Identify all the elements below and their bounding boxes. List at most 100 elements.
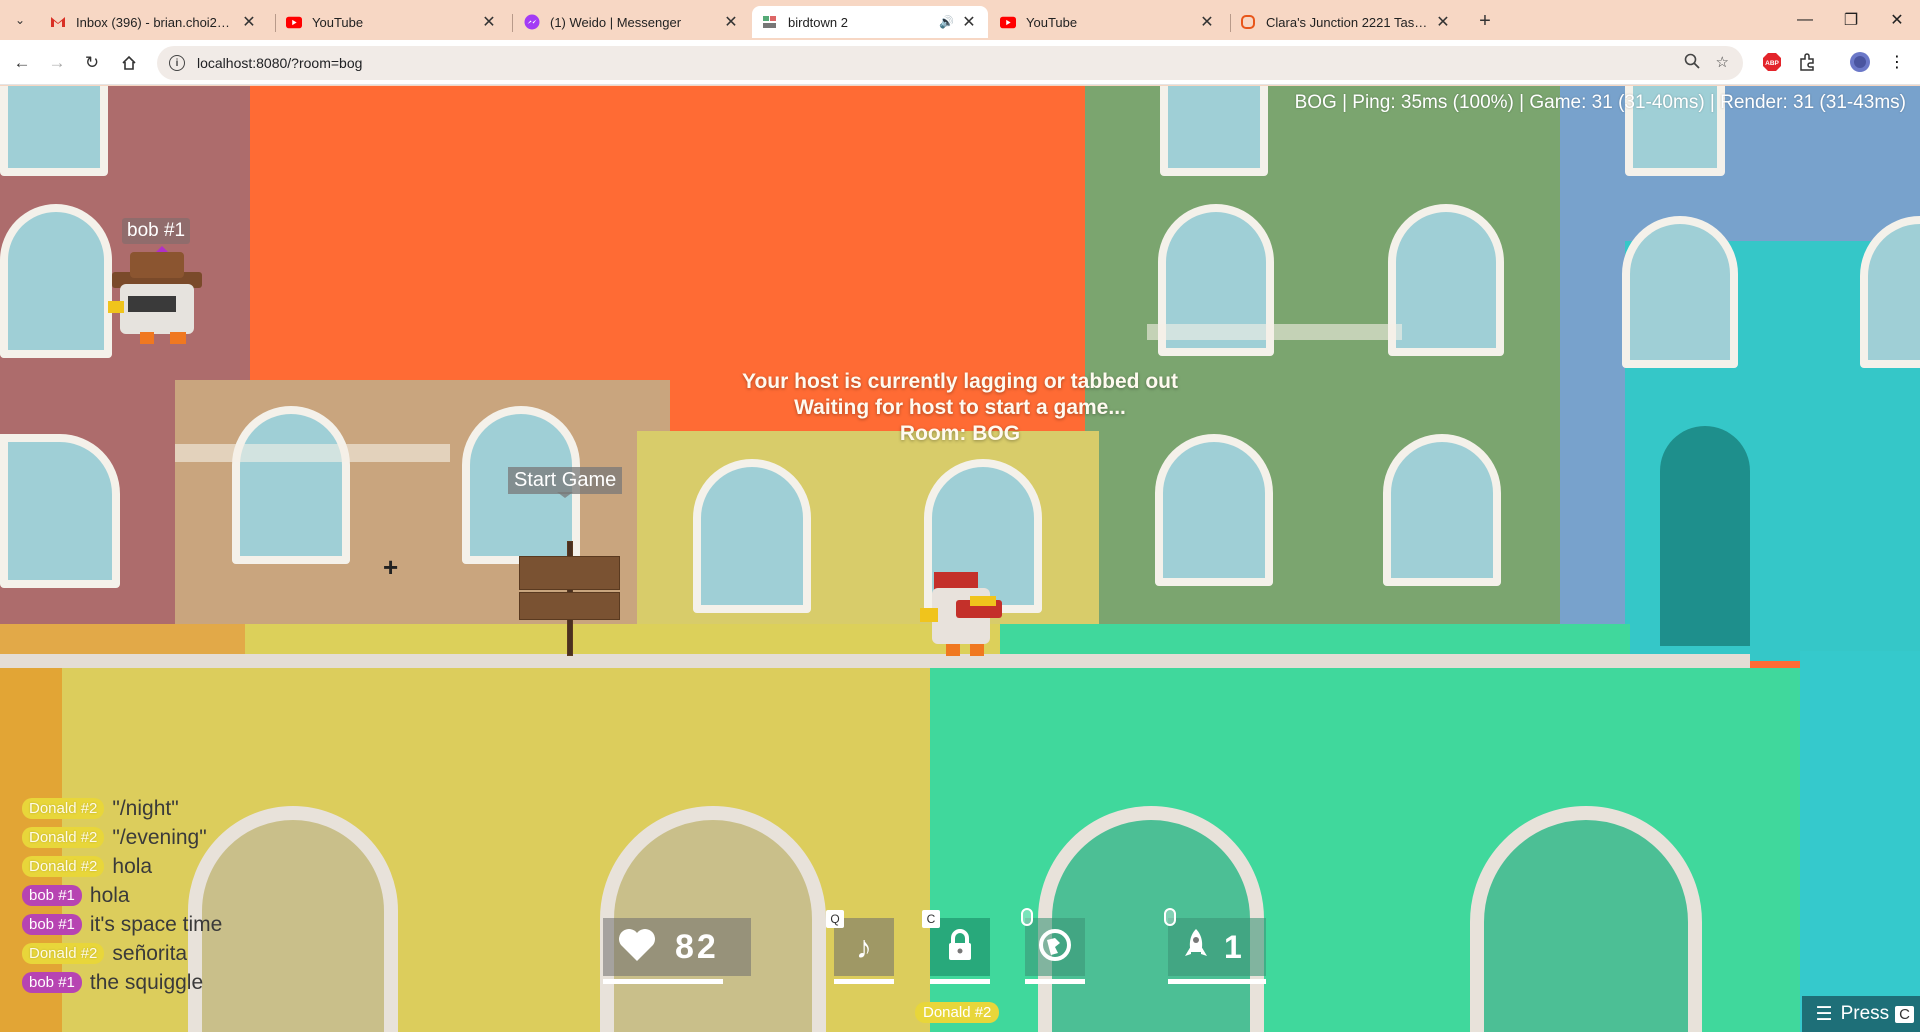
close-icon[interactable]: ✕ [722, 12, 740, 32]
chat-line: Donald #2 señorita [22, 939, 222, 968]
chat-line: Donald #2 "/night" [22, 794, 222, 823]
close-icon[interactable]: ✕ [960, 12, 978, 32]
tab-title: Clara's Junction 2221 Tasman Dr [1266, 14, 1428, 30]
tab-search-icon[interactable]: ⌄ [8, 8, 32, 32]
ledge [1147, 324, 1402, 340]
music-button[interactable]: Q ♪ [826, 910, 894, 984]
heart-icon [617, 928, 657, 967]
window [1622, 216, 1738, 368]
start-game-label[interactable]: Start Game [508, 467, 623, 498]
press-key: C [1895, 1005, 1914, 1023]
mouse-right-icon [1164, 908, 1176, 926]
cooldown-bar [930, 979, 990, 984]
adblock-icon[interactable]: ABP [1761, 51, 1783, 73]
window [0, 434, 120, 588]
tab-clara[interactable]: Clara's Junction 2221 Tasman Dr ✕ [1230, 6, 1462, 38]
back-icon[interactable]: ← [8, 49, 36, 77]
chat-message: it's space time [89, 912, 223, 936]
restore-icon[interactable]: ❐ [1828, 6, 1874, 34]
close-window-icon[interactable]: ✕ [1874, 6, 1920, 34]
window [1160, 86, 1268, 176]
forward-icon[interactable]: → [43, 49, 71, 77]
key-hint-q: Q [826, 910, 844, 928]
chat-line: bob #1 hola [22, 881, 222, 910]
address-bar[interactable]: i localhost:8080/?room=bog ☆ [157, 46, 1743, 80]
crosshair-icon: + [383, 552, 399, 582]
rocket-count: 1 [1224, 928, 1242, 965]
sign-board [519, 592, 620, 620]
tab-birdtown[interactable]: birdtown 2 🔊 ✕ [752, 6, 988, 38]
host-status-message: Your host is currently lagging or tabbed… [560, 369, 1360, 447]
close-icon[interactable]: ✕ [1198, 12, 1216, 32]
chat-line: bob #1 it's space time [22, 910, 222, 939]
game-canvas[interactable]: Start Game bob #1 + BOG | Ping: 35ms (10… [0, 86, 1920, 1032]
home-icon[interactable] [115, 49, 143, 77]
chat-message: "/night" [112, 796, 179, 820]
chat-user-tag: bob #1 [22, 885, 82, 906]
press-c-hint[interactable]: ☰ Press C [1801, 996, 1920, 1032]
window [1388, 204, 1504, 356]
chat-line: Donald #2 hola [22, 852, 222, 881]
bookmark-star-icon[interactable]: ☆ [1716, 53, 1729, 73]
rocket-icon [1182, 928, 1210, 967]
close-icon[interactable]: ✕ [240, 12, 258, 32]
window [0, 204, 112, 358]
tab-title: Inbox (396) - brian.choi222@gmail.com [76, 14, 234, 30]
tab-title: YouTube [312, 14, 364, 30]
messenger-icon [524, 14, 540, 30]
menu-kebab-icon[interactable]: ⋮ [1886, 51, 1908, 73]
profile-avatar[interactable] [1849, 51, 1871, 73]
tab-gmail[interactable]: Inbox (396) - brian.choi222@gmail.com ✕ [40, 6, 268, 38]
health-value: 82 [675, 927, 719, 966]
player-nametag-self: Donald #2 [915, 1002, 1000, 1023]
clara-icon [1240, 14, 1256, 30]
birdtown-icon [762, 14, 778, 30]
lock-button[interactable]: C [922, 910, 990, 984]
chat-message: "/evening" [112, 825, 207, 849]
doorway-arch [1470, 806, 1702, 1032]
player-nametag-bob: bob #1 [122, 218, 191, 244]
close-icon[interactable]: ✕ [480, 12, 498, 32]
extensions-icon[interactable] [1796, 51, 1818, 73]
ground-green [1000, 624, 1630, 654]
chat-message: hola [112, 854, 153, 878]
svg-text:ABP: ABP [1765, 60, 1779, 67]
chat-user-tag: bob #1 [22, 914, 82, 935]
tab-youtube-2[interactable]: YouTube ✕ [990, 6, 1226, 38]
gmail-icon [50, 14, 66, 30]
sign-board [519, 556, 620, 590]
reload-icon[interactable]: ↻ [78, 49, 106, 77]
cooldown-bar [1025, 979, 1085, 984]
youtube-icon [286, 14, 302, 30]
chat-user-tag: Donald #2 [22, 827, 105, 848]
tab-bar: ⌄ Inbox (396) - brian.choi222@gmail.com … [0, 0, 1920, 40]
key-hint-c: C [922, 910, 940, 928]
site-info-icon[interactable]: i [169, 55, 185, 71]
facade-teal [1800, 651, 1920, 1032]
tab-messenger[interactable]: (1) Weido | Messenger ✕ [514, 6, 750, 38]
ledge [175, 444, 450, 462]
speaker-icon[interactable]: 🔊 [939, 15, 954, 29]
new-tab-icon[interactable]: + [1472, 8, 1498, 34]
health-bar [603, 979, 723, 984]
zoom-icon[interactable] [1684, 53, 1700, 73]
lock-icon [946, 928, 974, 966]
globe-button[interactable] [1021, 908, 1085, 984]
cooldown-bar [834, 979, 894, 984]
rocket-button[interactable]: 1 [1164, 908, 1266, 984]
close-icon[interactable]: ✕ [1434, 12, 1452, 32]
chat-message: hola [89, 883, 130, 907]
host-message-line: Your host is currently lagging or tabbed… [742, 370, 1178, 393]
tab-youtube-1[interactable]: YouTube ✕ [276, 6, 508, 38]
minimize-icon[interactable]: — [1782, 6, 1828, 34]
bird-character-bob[interactable] [100, 246, 210, 346]
window [1383, 434, 1501, 586]
url-text[interactable]: localhost:8080/?room=bog [197, 55, 362, 71]
cooldown-bar [1168, 979, 1266, 984]
browser-toolbar: ← → ↻ i localhost:8080/?room=bog ☆ ABP ⋮ [0, 40, 1920, 85]
chat-line: bob #1 the squiggle [22, 968, 222, 997]
network-stats: BOG | Ping: 35ms (100%) | Game: 31 (31-4… [1294, 92, 1906, 113]
bird-character-donald[interactable] [916, 572, 1008, 662]
tab-title: YouTube [1026, 14, 1078, 30]
window [0, 86, 108, 176]
